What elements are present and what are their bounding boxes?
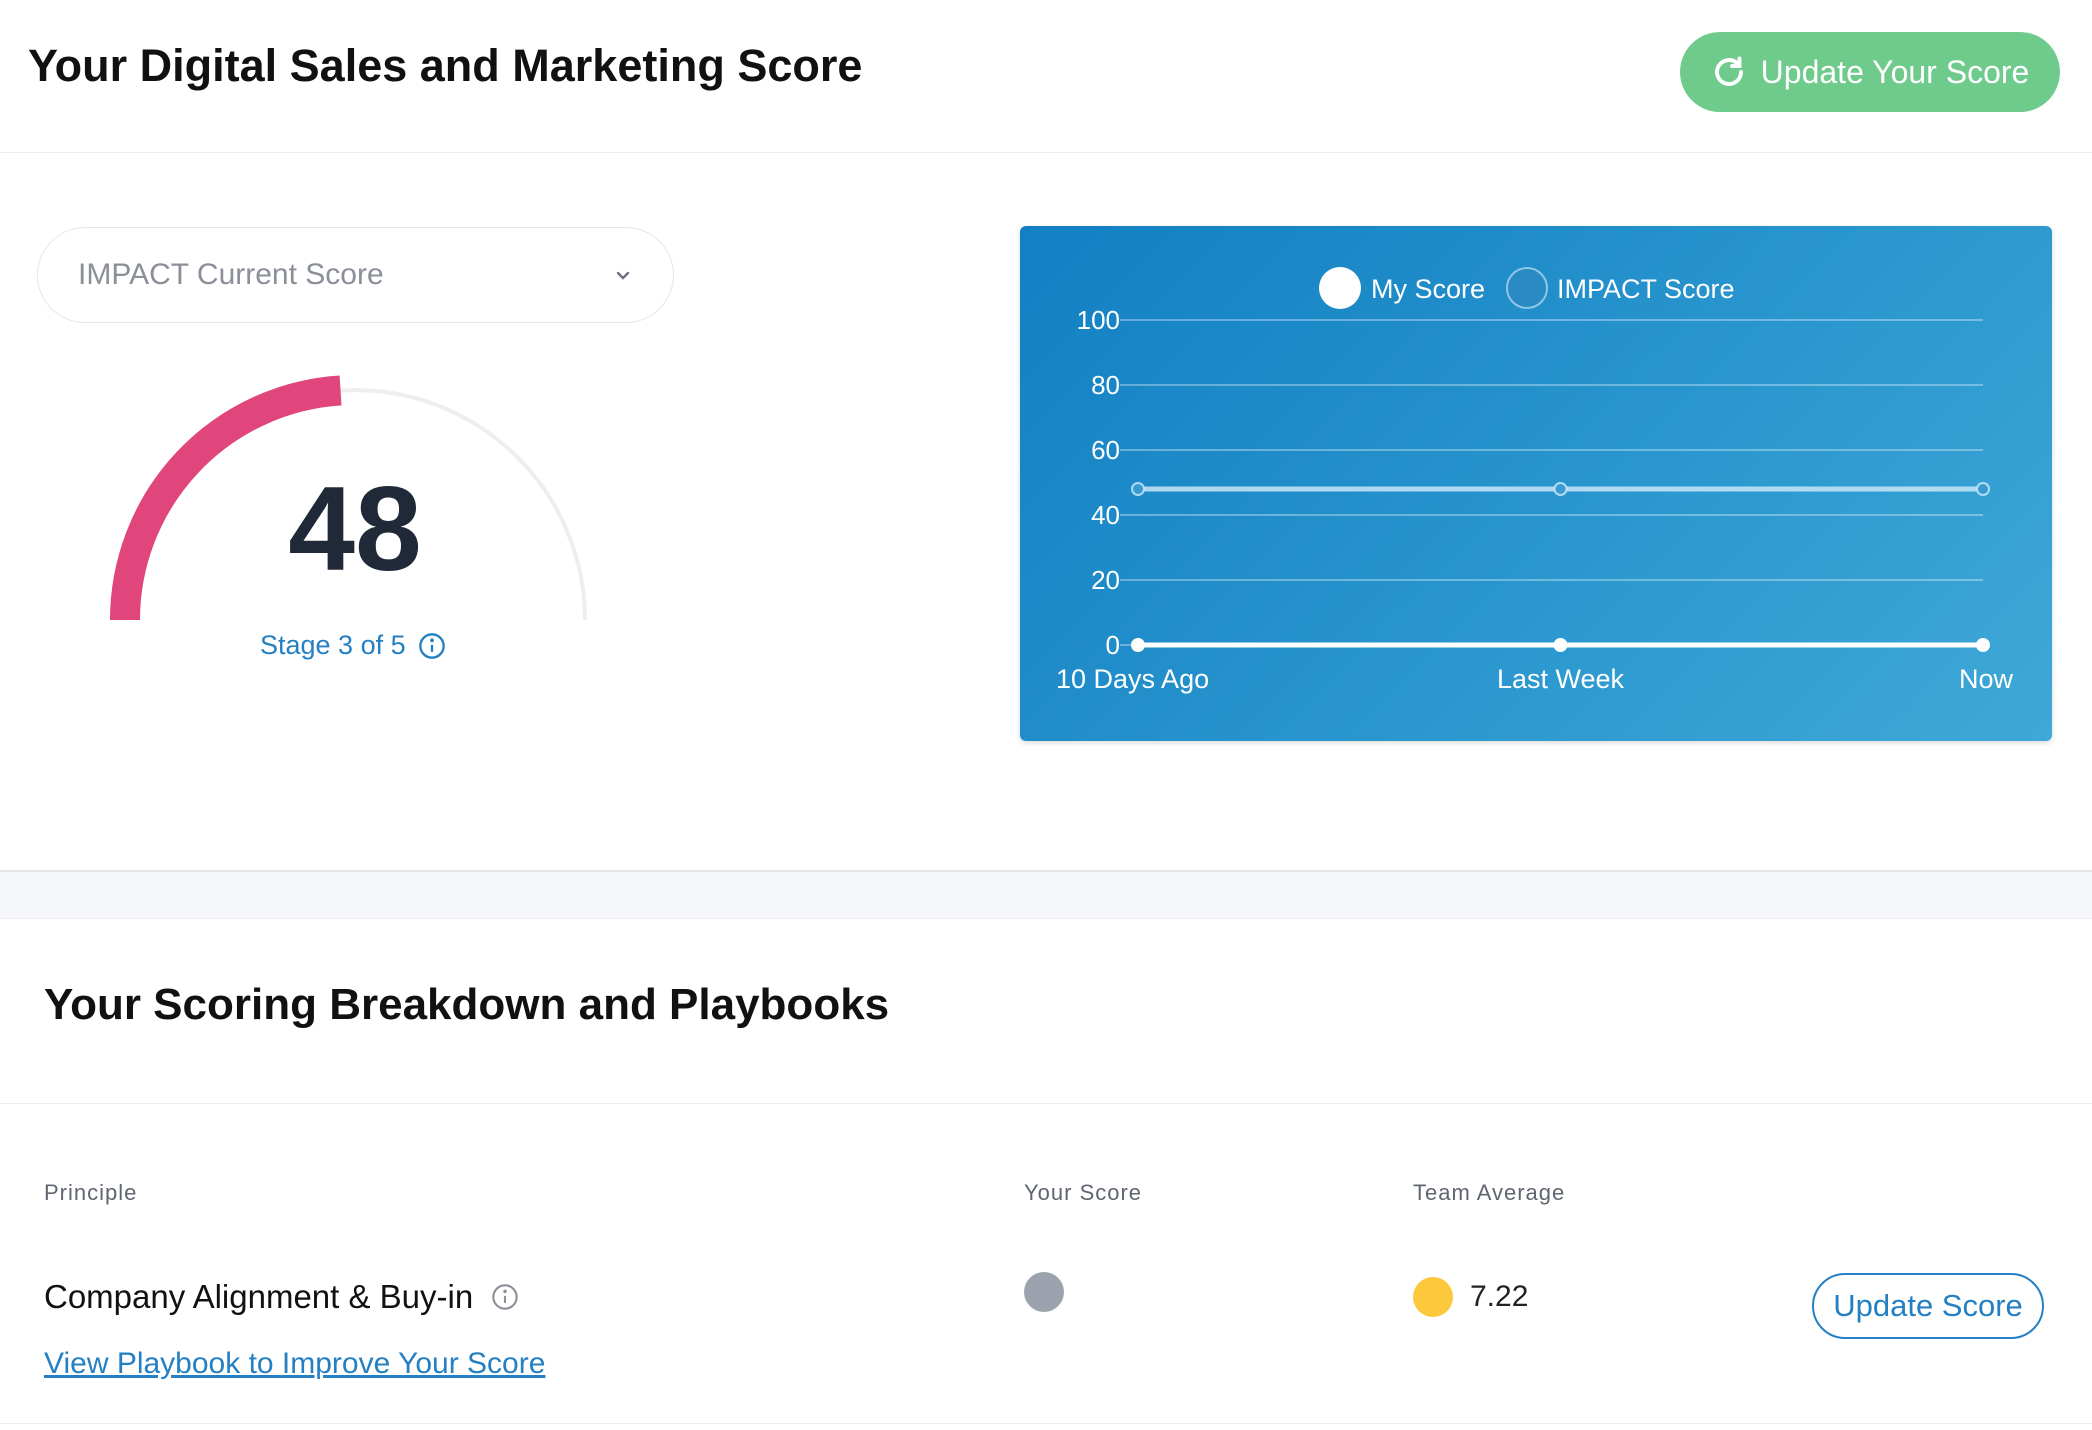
stage-indicator: Stage 3 of 5 bbox=[260, 630, 446, 661]
series-impact-score-point bbox=[1553, 482, 1568, 496]
info-icon[interactable] bbox=[491, 1283, 519, 1311]
header-divider bbox=[0, 152, 2092, 153]
section-separator bbox=[0, 870, 2092, 919]
page-title: Your Digital Sales and Marketing Score bbox=[28, 40, 863, 91]
update-your-score-label: Update Your Score bbox=[1760, 53, 2030, 90]
score-value: 48 bbox=[288, 462, 422, 596]
update-your-score-button[interactable]: Update Your Score bbox=[1680, 32, 2060, 112]
x-tick-label: 10 Days Ago bbox=[1056, 664, 1209, 694]
legend-my-score-swatch bbox=[1319, 267, 1361, 309]
series-my-score-point bbox=[1976, 638, 1990, 652]
y-tick-label: 0 bbox=[1106, 630, 1120, 660]
score-history-chart: My Score IMPACT Score 100 80 60 40 20 0 10 Da… bbox=[1020, 226, 2052, 741]
stage-label: Stage 3 of 5 bbox=[260, 630, 406, 660]
column-header-principle: Principle bbox=[44, 1180, 138, 1205]
score-select-value: IMPACT Current Score bbox=[78, 258, 384, 291]
x-tick-label: Last Week bbox=[1497, 664, 1625, 694]
update-score-button[interactable]: Update Score bbox=[1812, 1273, 2044, 1339]
principle-name: Company Alignment & Buy-in bbox=[44, 1278, 519, 1316]
chart-legend: My Score IMPACT Score bbox=[1319, 267, 1735, 309]
y-tick-label: 40 bbox=[1091, 500, 1120, 530]
y-tick-label: 100 bbox=[1077, 305, 1120, 335]
team-average-indicator bbox=[1413, 1277, 1453, 1317]
legend-impact-score-swatch bbox=[1506, 267, 1548, 309]
series-my-score-point bbox=[1553, 638, 1568, 652]
info-icon[interactable] bbox=[418, 632, 446, 660]
section-divider bbox=[0, 1103, 2092, 1104]
column-header-team-average: Team Average bbox=[1413, 1180, 1566, 1205]
refresh-icon bbox=[1714, 56, 1743, 86]
x-tick-label: Now bbox=[1959, 664, 2014, 694]
principle-label: Company Alignment & Buy-in bbox=[44, 1278, 474, 1315]
y-tick-label: 80 bbox=[1091, 370, 1120, 400]
view-playbook-link[interactable]: View Playbook to Improve Your Score bbox=[44, 1347, 545, 1381]
legend-my-score-label: My Score bbox=[1371, 274, 1485, 304]
team-average-value: 7.22 bbox=[1470, 1280, 1529, 1313]
chart-canvas: My Score IMPACT Score 100 80 60 40 20 0 10 Da… bbox=[1056, 267, 2014, 694]
chevron-down-icon bbox=[616, 271, 630, 280]
row-divider bbox=[0, 1423, 2092, 1424]
series-my-score-point bbox=[1131, 638, 1145, 652]
section-title: Your Scoring Breakdown and Playbooks bbox=[44, 980, 890, 1029]
series-impact-score-point bbox=[1131, 482, 1145, 496]
series-impact-score-point bbox=[1976, 482, 1990, 496]
score-type-select[interactable]: IMPACT Current Score bbox=[37, 227, 674, 323]
y-tick-label: 20 bbox=[1091, 565, 1120, 595]
legend-impact-score-label: IMPACT Score bbox=[1557, 274, 1735, 304]
column-header-your-score: Your Score bbox=[1024, 1180, 1143, 1205]
your-score-indicator bbox=[1024, 1272, 1064, 1312]
y-tick-label: 60 bbox=[1091, 435, 1120, 465]
